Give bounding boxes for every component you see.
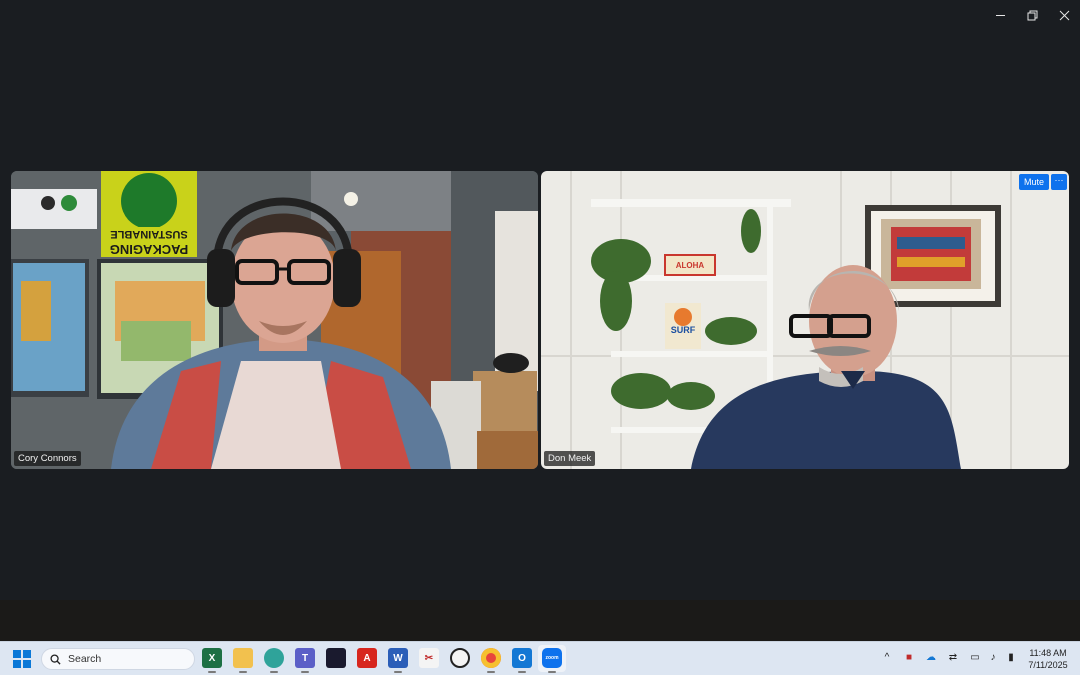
surf-sign-text: SURF xyxy=(671,325,696,335)
restore-button[interactable] xyxy=(1016,0,1048,30)
windows-logo-icon xyxy=(13,650,22,659)
video-feed-cory: SUSTAINABLE PACKAGING xyxy=(11,171,538,469)
meeting-footer-area xyxy=(0,600,1080,641)
edge-icon[interactable] xyxy=(264,648,284,673)
system-clock[interactable]: 11:48 AM 7/11/2025 xyxy=(1022,647,1074,671)
onedrive-icon[interactable]: ☁ xyxy=(924,650,938,664)
video-feed-don: ALOHA SURF xyxy=(541,171,1069,469)
snipping-icon[interactable]: ✂ xyxy=(419,648,439,668)
video-tile-don[interactable]: ALOHA SURF Mute ··· Don Meek xyxy=(541,171,1069,469)
poster-text-packaging: PACKAGING xyxy=(110,242,188,257)
acrobat-icon[interactable]: A xyxy=(357,648,377,668)
clock-time: 11:48 AM xyxy=(1029,648,1067,658)
restore-icon xyxy=(1027,10,1037,20)
mute-button[interactable]: Mute xyxy=(1018,174,1049,190)
taskbar: Search X T A W ✂ O zoom ^ ■ ☁ ⇄ ▭ ♪ ▮ 11… xyxy=(0,641,1080,675)
webex-icon[interactable] xyxy=(326,648,346,668)
obs-icon[interactable] xyxy=(450,648,470,668)
aloha-sign-text: ALOHA xyxy=(676,261,705,270)
close-button[interactable] xyxy=(1048,0,1080,30)
outlook-icon[interactable]: O xyxy=(512,648,532,673)
display-icon[interactable]: ▭ xyxy=(968,650,982,664)
file-explorer-icon[interactable] xyxy=(233,648,253,673)
word-icon[interactable]: W xyxy=(388,648,408,673)
excel-icon[interactable]: X xyxy=(202,648,222,673)
network-icon[interactable]: ⇄ xyxy=(946,650,960,664)
poster-text-sustainable: SUSTAINABLE xyxy=(110,228,187,240)
zoom-icon[interactable]: zoom xyxy=(542,648,562,673)
participant-name-label: Cory Connors xyxy=(14,451,81,466)
chevron-up-icon[interactable]: ^ xyxy=(880,650,894,664)
tile-actions: Mute ··· xyxy=(1018,174,1067,190)
taskbar-search[interactable]: Search xyxy=(41,648,195,670)
video-tile-cory[interactable]: SUSTAINABLE PACKAGING Cory Connors xyxy=(11,171,538,469)
search-icon xyxy=(50,653,61,665)
more-options-button[interactable]: ··· xyxy=(1051,174,1067,190)
search-placeholder: Search xyxy=(68,653,102,665)
tray-app-icon[interactable]: ■ xyxy=(902,650,916,664)
participant-name-label: Don Meek xyxy=(544,451,596,466)
battery-icon[interactable]: ▮ xyxy=(1004,650,1018,664)
minimize-button[interactable] xyxy=(984,0,1016,30)
window-controls xyxy=(984,0,1080,30)
teams-icon[interactable]: T xyxy=(295,648,315,673)
clock-date: 7/11/2025 xyxy=(1028,660,1068,670)
close-icon xyxy=(1059,10,1069,20)
start-button[interactable] xyxy=(13,650,31,668)
minimize-icon xyxy=(995,14,1005,16)
chrome-icon[interactable] xyxy=(481,648,501,673)
volume-icon[interactable]: ♪ xyxy=(986,650,1000,664)
